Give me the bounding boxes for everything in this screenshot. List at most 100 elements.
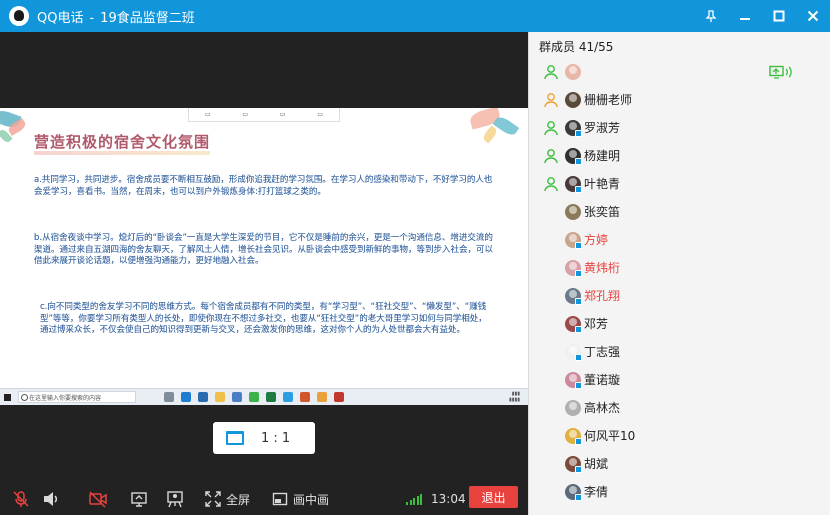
excel-icon xyxy=(266,392,276,402)
taskbar-app-icons xyxy=(164,392,344,402)
member-row[interactable] xyxy=(529,58,830,86)
member-row[interactable]: 丁志强 xyxy=(529,338,830,366)
slide-paragraph-b: b.从宿舍夜谈中学习。熄灯后的“卧谈会”一直是大学生深爱的节目，它不仅是睡前的余… xyxy=(34,233,494,266)
camera-off-icon[interactable] xyxy=(88,483,108,515)
admin-person-icon xyxy=(544,177,558,192)
screen-ratio-icon xyxy=(226,431,244,445)
admin-person-icon xyxy=(544,149,558,164)
member-row[interactable]: 杨建明 xyxy=(529,142,830,170)
member-row[interactable]: 方婷 xyxy=(529,226,830,254)
avatar xyxy=(565,92,581,108)
powerpoint-icon xyxy=(300,392,310,402)
slide-title-underline xyxy=(34,151,211,155)
member-name: 董诺璇 xyxy=(584,373,621,387)
member-list[interactable]: 栅栅老师 罗淑芳杨建明叶艳青张奕笛方婷黄炜桁郑孔翔邓芳丁志强董诺璇高林杰何风平10… xyxy=(529,58,830,506)
window-controls xyxy=(694,0,830,32)
qq-penguin-icon xyxy=(9,6,29,26)
device-badge-icon xyxy=(575,382,582,389)
task-view-icon xyxy=(164,392,174,402)
windows-start-icon xyxy=(0,389,14,406)
store-icon xyxy=(198,392,208,402)
mic-muted-icon[interactable] xyxy=(12,483,30,515)
device-badge-icon xyxy=(575,326,582,333)
decor-leaf xyxy=(481,125,499,144)
member-row[interactable]: 邓芳 xyxy=(529,310,830,338)
screen-sharing-icon xyxy=(769,65,795,79)
member-name: 胡斌 xyxy=(584,457,609,471)
call-duration: 13:04 xyxy=(431,492,466,506)
device-badge-icon xyxy=(575,130,582,137)
app-name: QQ电话 xyxy=(37,10,84,26)
device-badge-icon xyxy=(575,186,582,193)
exit-call-button[interactable]: 退出 xyxy=(469,486,518,508)
device-badge-icon xyxy=(575,242,582,249)
member-name: 邓芳 xyxy=(584,317,609,331)
decor-leaf xyxy=(492,114,520,138)
member-row[interactable]: 郑孔翔 xyxy=(529,282,830,310)
taskbar-tray: ▮▮▮ ▮▮▮▮ xyxy=(508,391,520,403)
device-badge-icon xyxy=(575,158,582,165)
fullscreen-label: 全屏 xyxy=(226,492,251,507)
speaker-icon[interactable] xyxy=(42,483,60,515)
shared-screen: ▭ ▭ ▭ ▭ 营造积极的宿舍文化氛围 a.共同学习，共同进步。宿舍成员要不断相互鼓励… xyxy=(0,108,528,405)
member-row[interactable]: 何风平10 xyxy=(529,422,830,450)
avatar xyxy=(565,64,581,80)
window-title: QQ电话 -19食品监督二班 xyxy=(37,7,195,26)
admin-person-icon xyxy=(544,121,558,136)
avatar xyxy=(565,400,581,416)
app-icon xyxy=(334,392,344,402)
member-name: 丁志强 xyxy=(584,345,621,359)
member-name: 郑孔翔 xyxy=(584,289,621,303)
fullscreen-button[interactable]: 全屏 xyxy=(205,483,250,515)
member-name: 张奕笛 xyxy=(584,205,621,219)
member-row[interactable]: 叶艳青 xyxy=(529,170,830,198)
slide-paragraph-c: c.向不同类型的舍友学习不同的思维方式。每个宿舍成员都有不同的类型，有“学习型”… xyxy=(40,302,487,335)
admin-person-icon xyxy=(544,65,558,80)
ratio-label: 1 : 1 xyxy=(261,430,291,446)
avatar xyxy=(565,204,581,220)
group-name: 19食品监督二班 xyxy=(100,10,195,26)
device-badge-icon xyxy=(575,494,582,501)
qq-icon xyxy=(283,392,293,402)
ratio-1-1-button[interactable]: 1 : 1 xyxy=(213,422,315,454)
presentation-icon[interactable] xyxy=(166,483,184,515)
device-badge-icon xyxy=(575,354,582,361)
minimize-icon[interactable] xyxy=(728,0,762,32)
member-row[interactable]: 罗淑芳 xyxy=(529,114,830,142)
screen-share-icon[interactable] xyxy=(130,483,148,515)
pip-label: 画中画 xyxy=(293,492,330,507)
title-bar: QQ电话 -19食品监督二班 xyxy=(0,0,830,32)
member-row[interactable]: 董诺璇 xyxy=(529,366,830,394)
owner-person-icon xyxy=(544,93,558,108)
member-row[interactable]: 高林杰 xyxy=(529,394,830,422)
member-row[interactable]: 李倩 xyxy=(529,478,830,506)
picture-in-picture-button[interactable]: 画中画 xyxy=(272,483,329,515)
shared-screen-top-tabs: ▭ ▭ ▭ ▭ xyxy=(188,108,340,122)
member-name: 高林杰 xyxy=(584,401,621,415)
qq-call-window: QQ电话 -19食品监督二班 ▭ ▭ ▭ ▭ 营造积极的宿舍文化氛围 a.共同学… xyxy=(0,0,830,515)
device-badge-icon xyxy=(575,466,582,473)
app-icon xyxy=(317,392,327,402)
close-icon[interactable] xyxy=(796,0,830,32)
title-separator: - xyxy=(89,10,95,26)
member-name: 叶艳青 xyxy=(584,177,621,191)
signal-strength-icon xyxy=(406,493,422,505)
taskbar-search-box: 在这里输入你要搜索的内容 xyxy=(18,391,136,403)
member-name: 杨建明 xyxy=(584,149,621,163)
member-row[interactable]: 黄炜桁 xyxy=(529,254,830,282)
member-name: 黄炜桁 xyxy=(584,261,621,275)
member-row[interactable]: 胡斌 xyxy=(529,450,830,478)
device-badge-icon xyxy=(575,438,582,445)
member-count-header: 群成员 41/55 xyxy=(539,40,614,54)
mail-icon xyxy=(232,392,242,402)
maximize-icon[interactable] xyxy=(762,0,796,32)
member-panel: 群成员 41/55 栅栅老师 罗淑芳杨建明叶艳青张奕笛方婷黄炜桁郑孔翔邓芳丁志强董… xyxy=(528,32,830,515)
pin-icon[interactable] xyxy=(694,0,728,32)
member-name: 方婷 xyxy=(584,233,609,247)
member-row[interactable]: 栅栅老师 xyxy=(529,86,830,114)
device-badge-icon xyxy=(575,298,582,305)
call-toolbar: 全屏 画中画 13:04 xyxy=(0,483,528,515)
member-row[interactable]: 张奕笛 xyxy=(529,198,830,226)
fullscreen-icon xyxy=(205,491,221,507)
folder-icon xyxy=(215,392,225,402)
